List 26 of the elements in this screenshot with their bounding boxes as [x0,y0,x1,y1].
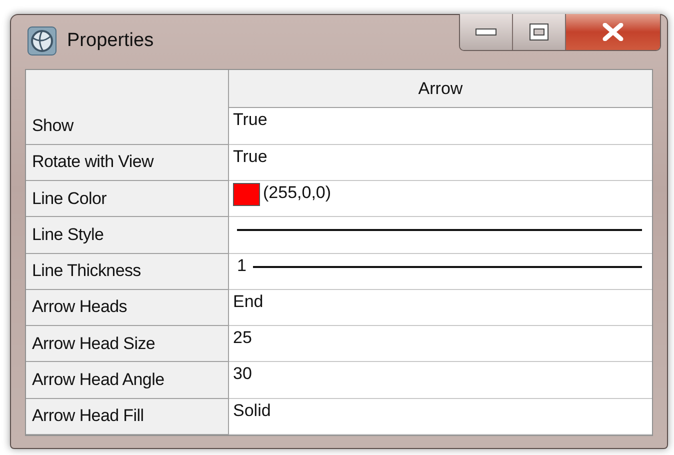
property-label[interactable]: Arrow Heads [26,290,229,326]
minimize-button[interactable] [460,14,513,50]
maximize-icon [529,23,549,41]
property-label[interactable]: Show [26,108,229,145]
property-label[interactable]: Line Style [26,217,229,254]
globe-icon [27,26,57,56]
property-label[interactable]: Arrow Head Angle [26,362,229,399]
property-value[interactable]: 1 [233,256,246,276]
property-label[interactable]: Arrow Head Fill [26,398,229,435]
close-icon [602,23,624,41]
maximize-button[interactable] [513,14,566,50]
window-title: Properties [67,30,154,52]
property-label[interactable]: Line Thickness [26,254,229,290]
column-header: Arrow [229,70,652,108]
property-value[interactable]: True [233,110,268,130]
property-value[interactable]: (255,0,0) [263,182,332,203]
property-value[interactable]: Solid [233,400,271,421]
property-label[interactable]: Rotate with View [26,144,229,181]
property-value[interactable]: End [233,292,264,312]
property-value[interactable]: 25 [233,328,252,348]
property-label[interactable]: Arrow Head Size [26,326,229,362]
close-button[interactable] [566,14,660,50]
property-label[interactable]: Line Color [26,180,229,218]
property-value[interactable]: True [233,146,268,167]
property-value[interactable]: 30 [233,364,252,384]
minimize-icon [475,28,497,36]
